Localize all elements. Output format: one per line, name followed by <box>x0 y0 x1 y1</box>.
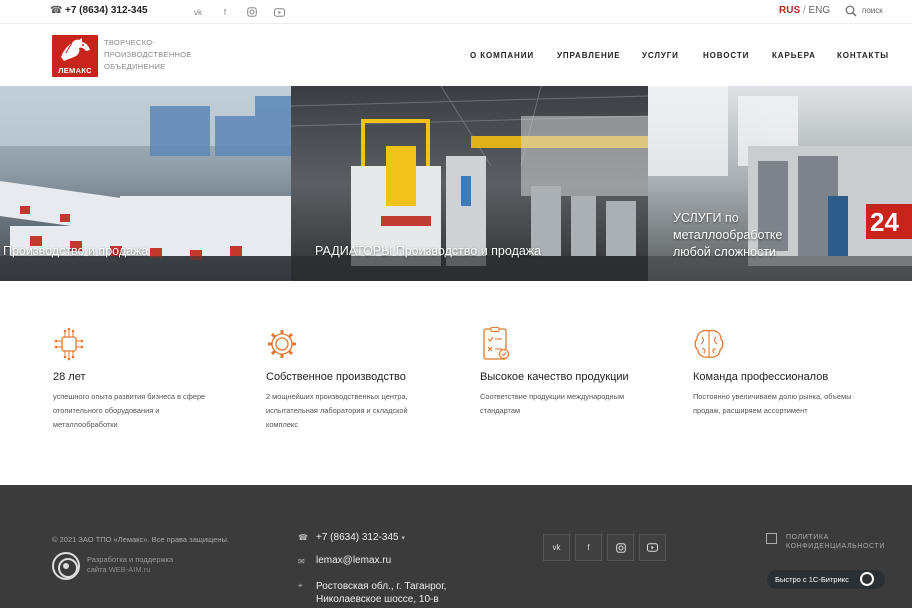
feature-desc-line: испытательная лаборатория и складской <box>266 406 408 415</box>
company-desc-line: ТВОРЧЕСКО- <box>104 38 156 47</box>
mail-icon: ✉ <box>298 557 305 566</box>
developer-line: Разработка и поддержка <box>87 555 174 564</box>
site-footer: © 2021 ЗАО ТПО «Лемакс». Все права защищ… <box>0 485 912 608</box>
top-bar: ☎ +7 (8634) 312-345 vk f RUS / ENG поиск <box>0 0 912 24</box>
hero-caption: РАДИАТОРЫ Производство и продажа <box>315 244 542 258</box>
hero-section: Производство и продажа РАДИАТОРЫ Произво… <box>0 86 912 281</box>
feature-desc-line: Постоянно увеличиваем долю рынка, объемы <box>693 392 852 401</box>
hero-panel-production[interactable]: Производство и продажа <box>0 86 291 281</box>
feature-description: Соответствие продукции международным ста… <box>480 390 660 418</box>
developer-prefix: сайта <box>87 565 109 574</box>
instagram-icon[interactable] <box>607 534 634 561</box>
vk-icon[interactable]: vk <box>543 534 570 561</box>
footer-address: Ростовская обл., г. Таганрог, Николаевск… <box>316 580 446 606</box>
company-description: ТВОРЧЕСКО- ПРОИЗВОДСТВЕННОЕ ОБЪЕДИНЕНИЕ <box>104 37 204 73</box>
feature-desc-line: 2 мощнейших производственных центра, <box>266 392 408 401</box>
search-icon[interactable] <box>845 5 857 17</box>
policy-line: ПОЛИТИКА <box>786 534 829 541</box>
gear-icon <box>268 330 296 358</box>
copyright: © 2021 ЗАО ТПО «Лемакс». Все права защищ… <box>52 535 230 544</box>
circuit-chip-icon <box>54 327 84 361</box>
feature-title: Собственное производство <box>266 371 406 383</box>
nav-about[interactable]: О КОМПАНИИ <box>470 51 534 60</box>
feature-desc-line: продаж, расширяем ассортимент <box>693 406 808 415</box>
hero-caption-line: любой сложности <box>673 245 776 259</box>
feature-title: Команда профессионалов <box>693 371 829 383</box>
hero-caption-line: металлообработке <box>673 228 783 242</box>
feature-description: успешного опыта развития бизнеса в сфере… <box>53 390 233 432</box>
hero-caption: УСЛУГИ по металлообработке любой сложнос… <box>673 210 783 261</box>
chevron-down-icon[interactable]: ▾ <box>401 535 405 542</box>
feature-description: 2 мощнейших производственных центра, исп… <box>266 390 446 432</box>
svg-text:24: 24 <box>870 207 899 237</box>
nav-news[interactable]: НОВОСТИ <box>703 51 749 60</box>
feature-desc-line: металлообработки <box>53 420 118 429</box>
company-logo[interactable]: ЛЕМАКС <box>52 35 98 77</box>
search-label[interactable]: поиск <box>862 6 883 15</box>
address-line: Николаевское шоссе, 10-в <box>316 594 439 605</box>
logo-wordmark: ЛЕМАКС <box>58 66 92 75</box>
hero-caption: Производство и продажа <box>3 244 149 258</box>
developer-logo-icon[interactable] <box>52 552 80 580</box>
facebook-icon[interactable]: f <box>219 6 231 18</box>
lang-rus[interactable]: RUS <box>779 5 800 16</box>
feature-title: 28 лет <box>53 371 86 383</box>
lang-eng[interactable]: ENG <box>808 5 830 16</box>
top-phone-link[interactable]: +7 (8634) 312-345 <box>65 5 148 16</box>
hero-caption-line: УСЛУГИ по <box>673 211 739 225</box>
feature-desc-line: комплекс <box>266 420 298 429</box>
location-pin-icon: ⌖ <box>298 581 303 590</box>
feature-desc-line: отопительного оборудования и <box>53 406 160 415</box>
lang-separator: / <box>802 5 806 16</box>
company-desc-line: ОБЪЕДИНЕНИЕ <box>104 62 166 71</box>
brain-icon <box>694 329 724 358</box>
instagram-icon[interactable] <box>246 6 258 18</box>
privacy-policy-link[interactable]: ПОЛИТИКА КОНФИДЕНЦИАЛЬНОСТИ <box>786 533 885 551</box>
youtube-icon[interactable] <box>639 534 666 561</box>
vk-icon[interactable]: vk <box>192 6 204 18</box>
youtube-icon[interactable] <box>273 6 285 18</box>
checklist-icon <box>483 327 510 360</box>
footer-phone-text: +7 (8634) 312-345 <box>316 532 399 543</box>
developer-credit: Разработка и поддержка сайта WEB-AIM.ru <box>87 555 173 575</box>
developer-link[interactable]: WEB-AIM.ru <box>109 565 151 574</box>
language-switcher: RUS / ENG <box>779 5 830 16</box>
facebook-icon[interactable]: f <box>575 534 602 561</box>
feature-desc-line: Соответствие продукции международным <box>480 392 625 401</box>
feature-title: Высокое качество продукции <box>480 371 629 383</box>
phone-icon: ☎ <box>298 533 308 542</box>
footer-phone-link[interactable]: +7 (8634) 312-345 ▾ <box>316 532 405 543</box>
company-desc-line: ПРОИЗВОДСТВЕННОЕ <box>104 50 192 59</box>
bitrix-clock-icon <box>860 572 874 586</box>
feature-description: Постоянно увеличиваем долю рынка, объемы… <box>693 390 873 418</box>
hero-panel-radiators[interactable]: РАДИАТОРЫ Производство и продажа <box>291 86 648 281</box>
bitrix-label: Быстро с 1С-Битрикс <box>775 575 849 584</box>
horse-icon <box>61 38 90 61</box>
feature-desc-line: стандартам <box>480 406 521 415</box>
nav-career[interactable]: КАРЬЕРА <box>772 51 816 60</box>
nav-services[interactable]: УСЛУГИ <box>642 51 679 60</box>
nav-management[interactable]: УПРАВЛЕНИЕ <box>557 51 621 60</box>
hero-panel-metalworking[interactable]: 24 УСЛУГИ по металлообработке любой слож… <box>648 86 912 281</box>
feature-desc-line: успешного опыта развития бизнеса в сфере <box>53 392 206 401</box>
phone-icon: ☎ <box>50 5 63 16</box>
policy-line: КОНФИДЕНЦИАЛЬНОСТИ <box>786 543 885 550</box>
document-icon <box>766 533 777 544</box>
address-line: Ростовская обл., г. Таганрог, <box>316 581 447 592</box>
site-header: ЛЕМАКС ТВОРЧЕСКО- ПРОИЗВОДСТВЕННОЕ ОБЪЕД… <box>0 25 912 86</box>
nav-contacts[interactable]: КОНТАКТЫ <box>837 51 889 60</box>
footer-email-link[interactable]: lemax@lemax.ru <box>316 555 391 566</box>
